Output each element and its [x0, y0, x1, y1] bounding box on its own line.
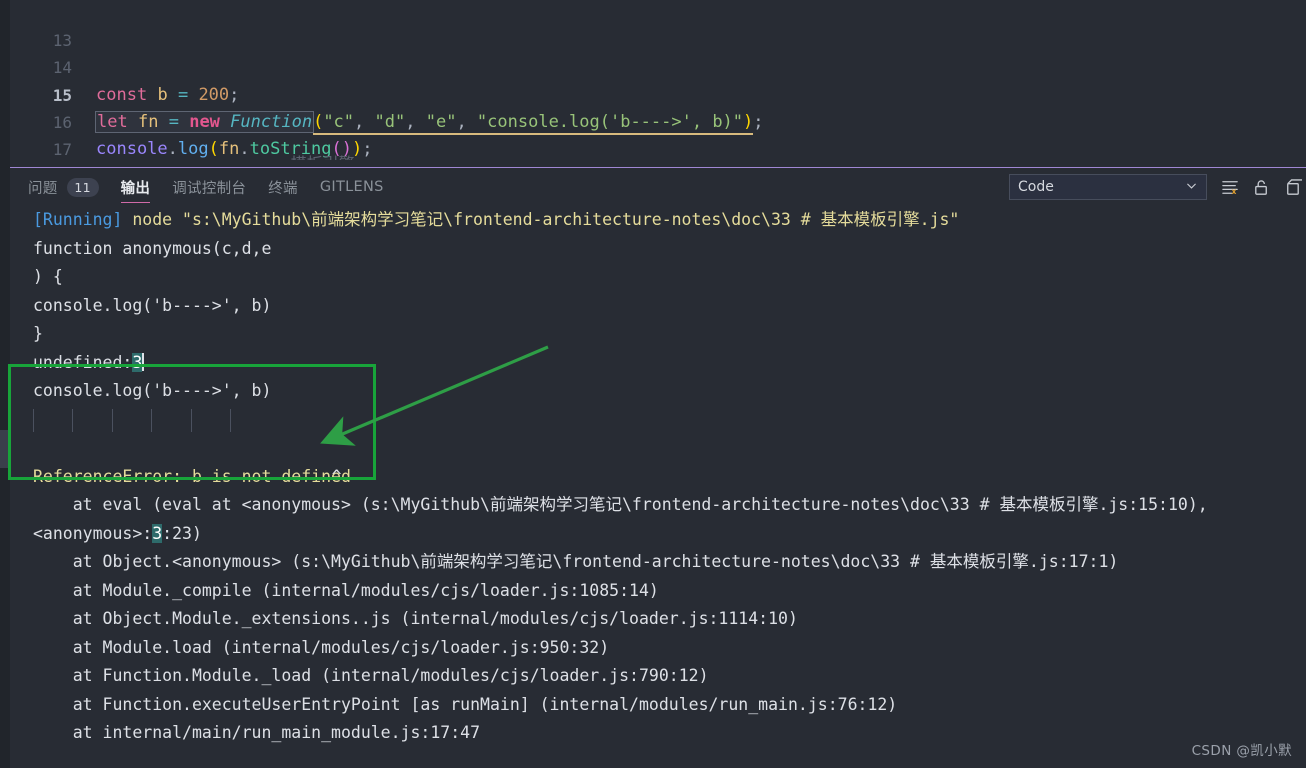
stack-line: at Object.<anonymous> (s:\MyGithub\前端架构学…	[33, 552, 1119, 571]
tab-output[interactable]: 输出	[120, 168, 151, 206]
output-line: function anonymous(c,d,e	[33, 238, 272, 258]
output-line: }	[33, 324, 43, 343]
clipped-editor-text: 模板引擎	[98, 150, 355, 160]
svg-text:x: x	[1231, 187, 1236, 196]
caret-marker: ^	[331, 466, 342, 486]
panel-header: 问题 11 输出 调试控制台 终端 GITLENS Code x	[0, 168, 1306, 206]
error-source-line: console.log('b---->', b)	[33, 381, 272, 400]
tab-gitlens[interactable]: GITLENS	[320, 168, 384, 206]
code-line[interactable]: 16 console.log(fn.toString());	[0, 82, 1306, 159]
stack-anonymous-suffix: :23)	[162, 523, 202, 543]
tab-label: 终端	[268, 180, 298, 197]
code-line[interactable]: 14 const b = 200;	[0, 27, 1306, 104]
running-command: node "s:\MyGithub\前端架构学习笔记\frontend-arch…	[122, 210, 960, 229]
stack-line: at internal/main/run_main_module.js:17:4…	[33, 723, 481, 742]
code-line[interactable]: 13	[0, 0, 1306, 50]
stack-line-number-selected: 3	[152, 523, 163, 543]
code-line-active[interactable]: 15 let fn = new Function("c", "d", "e", …	[0, 54, 1306, 135]
stack-line: at Module.load (internal/modules/cjs/loa…	[33, 637, 610, 657]
indent-guides	[33, 406, 231, 435]
error-location-prefix: undefined:	[33, 352, 133, 372]
tab-debug-console[interactable]: 调试控制台	[172, 168, 246, 206]
stack-line: at eval (eval at <anonymous> (s:\MyGithu…	[33, 495, 1208, 514]
output-line: console.log('b---->', b)	[33, 295, 272, 315]
tab-label: 问题	[28, 180, 58, 197]
tab-label: 调试控制台	[172, 180, 247, 197]
output-line-running: [Running] node "s:\MyGithub\前端架构学习笔记\fro…	[10, 206, 1306, 235]
problems-count-badge: 11	[66, 177, 99, 197]
error-location-line: undefined:3	[10, 349, 1306, 378]
tab-problems[interactable]: 问题 11	[28, 168, 99, 206]
bottom-panel[interactable]: 问题 11 输出 调试控制台 终端 GITLENS Code x [Runnin…	[0, 168, 1306, 768]
output-channel-dropdown[interactable]: Code	[1009, 174, 1207, 200]
stack-line: at Function.executeUserEntryPoint [as ru…	[33, 694, 898, 714]
stack-line: <anonymous>:3:23)	[10, 520, 1306, 549]
output-blank-line	[10, 748, 1306, 767]
tab-label: 输出	[120, 180, 151, 197]
stack-line: at Module._compile (internal/modules/cjs…	[33, 580, 659, 600]
code-editor[interactable]: 13 14 const b = 200; 15 let fn = new Fun…	[0, 0, 1306, 168]
tab-terminal[interactable]: 终端	[268, 168, 298, 206]
maximize-panel-icon[interactable]	[1278, 173, 1306, 201]
output-line: ) {	[33, 267, 63, 286]
output-channel-value: Code	[1018, 179, 1054, 195]
stack-line: at Function.Module._load (internal/modul…	[33, 666, 709, 685]
clear-output-icon[interactable]: x	[1216, 173, 1244, 201]
panel-tab-list: 问题 11 输出 调试控制台 终端 GITLENS	[28, 168, 384, 206]
unlock-icon[interactable]	[1247, 173, 1275, 201]
csdn-watermark: CSDN @凯小默	[1191, 743, 1292, 759]
panel-left-strip	[0, 168, 10, 768]
error-line-number-selected: 3	[132, 352, 143, 372]
code-line[interactable]: 17 fn();	[0, 109, 1306, 168]
panel-controls: Code x	[1009, 170, 1306, 204]
tab-label: GITLENS	[319, 179, 384, 195]
text-cursor	[142, 352, 144, 371]
running-tag: [Running]	[33, 210, 123, 229]
panel-scrollbar-thumb[interactable]	[0, 430, 10, 468]
output-text-area[interactable]: [Running] node "s:\MyGithub\前端架构学习笔记\fro…	[10, 206, 1306, 766]
stack-line: at Object.Module._extensions..js (intern…	[33, 609, 798, 628]
stack-anonymous-prefix: <anonymous>:	[33, 523, 153, 543]
error-caret-line: ^	[10, 406, 1306, 486]
output-blank-line	[10, 434, 1306, 463]
chevron-down-icon	[1185, 179, 1198, 196]
